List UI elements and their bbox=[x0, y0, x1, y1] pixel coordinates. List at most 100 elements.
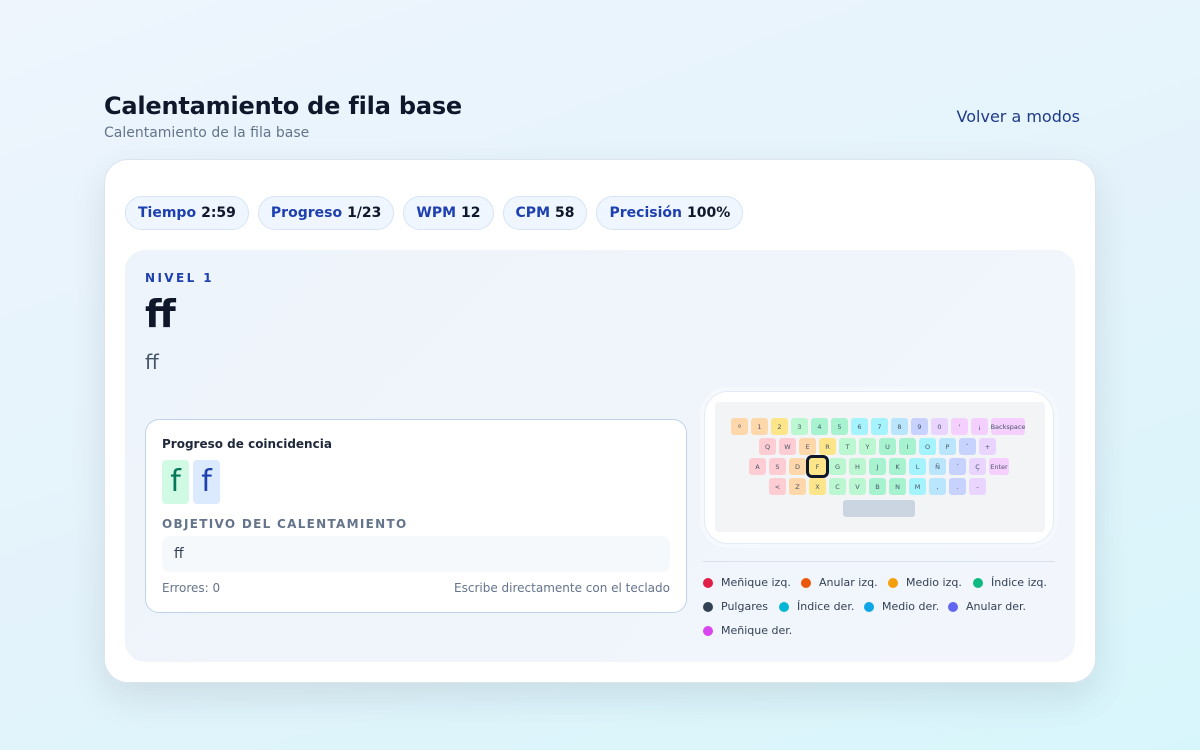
key-9: 9 bbox=[911, 418, 928, 435]
key-m: M bbox=[909, 478, 926, 495]
legend-item: Pulgares bbox=[703, 600, 768, 613]
error-count: Errores: 0 bbox=[162, 581, 221, 595]
legend-item: Medio izq. bbox=[888, 576, 962, 589]
legend-dot bbox=[703, 625, 713, 636]
key-8: 8 bbox=[891, 418, 908, 435]
typed-char-correct: f bbox=[162, 460, 189, 504]
key-d: D bbox=[789, 458, 806, 475]
key-o: O bbox=[919, 438, 936, 455]
objective-value: ff bbox=[162, 536, 670, 572]
stat-progress-value: 1/23 bbox=[347, 205, 382, 221]
legend-item: Anular izq. bbox=[801, 576, 878, 589]
legend-label: Meñique izq. bbox=[721, 576, 791, 589]
legend-label: Anular izq. bbox=[819, 576, 878, 589]
legend-label: Pulgares bbox=[721, 600, 768, 613]
target-text-large: ff bbox=[145, 292, 176, 336]
stat-accuracy: Precisión 100% bbox=[596, 196, 744, 230]
level-label: NIVEL 1 bbox=[145, 271, 214, 285]
legend-item: Medio der. bbox=[864, 600, 939, 613]
key-q: Q bbox=[759, 438, 776, 455]
practice-card: Tiempo 2:59 Progreso 1/23 WPM 12 CPM 58 Prec… bbox=[104, 159, 1096, 683]
legend-item: Meñique der. bbox=[703, 624, 792, 637]
page-title: Calentamiento de fila base bbox=[104, 92, 462, 120]
legend-dot bbox=[888, 577, 898, 588]
key-i: I bbox=[899, 438, 916, 455]
key-: ¡ bbox=[971, 418, 988, 435]
key-4: 4 bbox=[811, 418, 828, 435]
legend-label: Medio izq. bbox=[906, 576, 962, 589]
back-to-modes-link[interactable]: Volver a modos bbox=[957, 107, 1080, 126]
legend-dot bbox=[973, 577, 983, 588]
key-7: 7 bbox=[871, 418, 888, 435]
stat-progress: Progreso 1/23 bbox=[257, 196, 395, 230]
key-k: K bbox=[889, 458, 906, 475]
key-: , bbox=[929, 478, 946, 495]
legend-dot bbox=[801, 577, 811, 588]
key-s: S bbox=[769, 458, 786, 475]
stat-progress-label: Progreso bbox=[270, 205, 343, 221]
key-x: X bbox=[809, 478, 826, 495]
stat-cpm-label: CPM bbox=[515, 205, 550, 221]
stats-bar: Tiempo 2:59 Progreso 1/23 WPM 12 CPM 58 Prec… bbox=[125, 196, 744, 230]
stat-wpm: WPM 12 bbox=[403, 196, 494, 230]
legend-dot bbox=[779, 601, 789, 612]
key-: . bbox=[949, 478, 966, 495]
key-3: 3 bbox=[791, 418, 808, 435]
legend-label: Meñique der. bbox=[721, 624, 793, 637]
space-key bbox=[843, 500, 915, 517]
key-z: Z bbox=[789, 478, 806, 495]
legend-label: Anular der. bbox=[966, 600, 1027, 613]
key-p: P bbox=[939, 438, 956, 455]
page-header: Calentamiento de fila base Calentamiento… bbox=[104, 92, 1080, 148]
key-w: W bbox=[779, 438, 796, 455]
key-r: R bbox=[819, 438, 836, 455]
key-e: E bbox=[799, 438, 816, 455]
key-h: H bbox=[849, 458, 866, 475]
key-g: G bbox=[829, 458, 846, 475]
key-v: V bbox=[849, 478, 866, 495]
stat-wpm-value: 12 bbox=[461, 205, 481, 221]
legend-item: Meñique izq. bbox=[703, 576, 791, 589]
legend-label: Índice der. bbox=[797, 600, 855, 613]
page-subtitle: Calentamiento de la fila base bbox=[104, 125, 310, 141]
stat-time-label: Tiempo bbox=[138, 205, 197, 221]
key-ñ: Ñ bbox=[929, 458, 946, 475]
legend-label: Índice izq. bbox=[991, 576, 1047, 589]
exercise-panel: NIVEL 1 ff ff Progreso de coincidencia f… bbox=[125, 250, 1075, 662]
key-y: Y bbox=[859, 438, 876, 455]
key-a: A bbox=[749, 458, 766, 475]
legend-divider bbox=[703, 561, 1055, 562]
key-: < bbox=[769, 478, 786, 495]
keyboard-preview: º 1 2 3 4 5 6 7 8 9 0 ' ¡ Backspace Q W E R T Y U I O P ` + A S D F G H… bbox=[704, 391, 1054, 544]
key-: ' bbox=[951, 418, 968, 435]
match-progress-box[interactable]: Progreso de coincidencia f f OBJETIVO DE… bbox=[145, 419, 687, 613]
legend-dot bbox=[703, 601, 713, 612]
key-backspace: Backspace bbox=[991, 418, 1025, 435]
match-progress-title: Progreso de coincidencia bbox=[162, 437, 332, 451]
legend-item: Índice der. bbox=[779, 600, 854, 613]
stat-wpm-label: WPM bbox=[416, 205, 457, 221]
key-j: J bbox=[869, 458, 886, 475]
key-: ` bbox=[959, 438, 976, 455]
legend-dot bbox=[948, 601, 958, 612]
key-0: 0 bbox=[931, 418, 948, 435]
key-enter: Enter bbox=[989, 458, 1009, 475]
key-: - bbox=[969, 478, 986, 495]
typed-chars: f f bbox=[162, 460, 220, 504]
target-text-small: ff bbox=[145, 350, 159, 374]
key-t: T bbox=[839, 438, 856, 455]
stat-time-value: 2:59 bbox=[201, 205, 236, 221]
key-: + bbox=[979, 438, 996, 455]
legend-item: Índice izq. bbox=[973, 576, 1047, 589]
typing-hint: Escribe directamente con el teclado bbox=[454, 581, 670, 595]
legend-label: Medio der. bbox=[882, 600, 940, 613]
key-u: U bbox=[879, 438, 896, 455]
objective-label: OBJETIVO DEL CALENTAMIENTO bbox=[162, 517, 408, 531]
key-l: L bbox=[909, 458, 926, 475]
keyboard-layout: º 1 2 3 4 5 6 7 8 9 0 ' ¡ Backspace Q W E R T Y U I O P ` + A S D F G H… bbox=[715, 402, 1045, 532]
key-: ´ bbox=[949, 458, 966, 475]
key-5: 5 bbox=[831, 418, 848, 435]
legend-item: Anular der. bbox=[948, 600, 1026, 613]
key-f: F bbox=[806, 455, 829, 478]
stat-cpm-value: 58 bbox=[555, 205, 575, 221]
